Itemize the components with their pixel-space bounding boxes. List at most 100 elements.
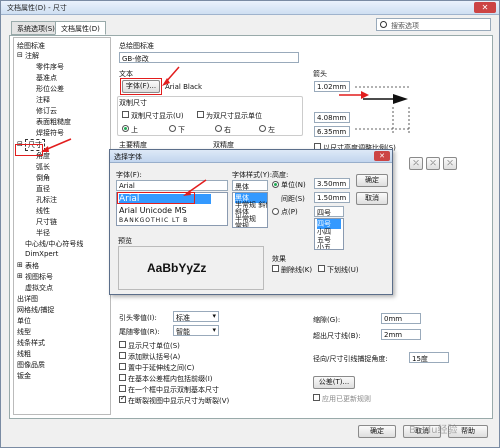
close-button[interactable]: ✕ [474, 2, 496, 13]
tree-item-grid-snap[interactable]: 网格线/捕捉 [17, 305, 54, 315]
strikeout-label: 删除线(K) [281, 266, 313, 274]
dual-unit-checkbox[interactable] [197, 111, 204, 118]
tree-item-line-style[interactable]: 线条样式 [17, 338, 45, 348]
point-option[interactable]: 小五 [317, 242, 331, 249]
add-parens-checkbox[interactable] [119, 352, 126, 359]
tree-item-detailing[interactable]: 出详图 [17, 294, 38, 304]
height-label: 高度: [272, 171, 289, 179]
underline-label: 下划线(U) [327, 266, 359, 274]
tree-item-balloons[interactable]: 零件序号 [36, 62, 64, 72]
tree-item-notes[interactable]: 注释 [36, 95, 50, 105]
dual-unit-label: 为双尺寸显示单位 [206, 112, 262, 120]
tree-item-radius[interactable]: 半径 [36, 228, 50, 238]
annotation-arrow [41, 138, 72, 152]
dialog-close-button[interactable]: ✕ [374, 151, 390, 161]
font-option[interactable]: BANKGOTHIC LT B [119, 217, 188, 224]
tree-item-units[interactable]: 单位 [17, 316, 31, 326]
center-between-checkbox[interactable] [119, 363, 126, 370]
style-input[interactable]: 黑体 [232, 180, 268, 191]
apply-updated-checkbox[interactable] [313, 394, 320, 401]
position-top-radio[interactable] [122, 125, 129, 132]
point-size-list[interactable]: 四号 小四 五号 小五 [314, 218, 344, 250]
include-prefix-label: 在基本公差框内包括前缀(I) [128, 375, 213, 383]
tree-item-ordinate[interactable]: 尺寸链 [36, 217, 57, 227]
tree-item-linear[interactable]: 线性 [36, 206, 50, 216]
tree-item-gtol[interactable]: 形位公差 [36, 84, 64, 94]
radial-snap-field[interactable]: 15度 [409, 352, 449, 363]
tree-item-virtual-sharps[interactable]: 虚拟交点 [25, 283, 53, 293]
tree-item-sheet-metal[interactable]: 钣金 [17, 371, 31, 381]
arrows-label: 箭头 [313, 70, 327, 78]
tree-item-dimxpert[interactable]: DimXpert [25, 250, 58, 258]
tree-expander-icon[interactable]: ⊞ [17, 272, 23, 280]
tree-item-diameter[interactable]: 直径 [36, 184, 50, 194]
tree-item-view-labels[interactable]: 视图标号 [25, 272, 53, 282]
point-size-field[interactable]: 四号 [314, 206, 344, 217]
strikeout-checkbox[interactable] [272, 265, 279, 272]
position-bottom-label: 下 [178, 126, 185, 134]
tree-item-line-thickness[interactable]: 线粗 [17, 349, 31, 359]
tab-system-options[interactable]: 系统选项(S) [11, 21, 61, 35]
show-units-checkbox[interactable] [119, 341, 126, 348]
style-list[interactable]: 黑体 半常规 斜体 斜体 半常规 常规 [232, 192, 268, 228]
beyond-line-field[interactable]: 2mm [381, 329, 421, 340]
underline-checkbox[interactable] [318, 265, 325, 272]
unit-height-field[interactable]: 3.50mm [314, 178, 350, 189]
effects-label: 效果 [272, 255, 286, 263]
title-bar: 文档属性(D) - 尺寸 ✕ [1, 1, 499, 15]
dialog-ok-button[interactable]: 确定 [356, 174, 388, 187]
arrow-style-button[interactable]: ⤫ [409, 157, 423, 170]
annotation-arrow [183, 179, 207, 196]
tree-item-tables[interactable]: 表格 [25, 261, 39, 271]
position-bottom-radio[interactable] [169, 125, 176, 132]
broken-view-label: 在断裂视图中显示尺寸为断裂(V) [128, 397, 230, 405]
tree-item-hole-callout[interactable]: 孔标注 [36, 195, 57, 205]
font-option[interactable]: Arial Unicode MS [119, 206, 187, 215]
gap-field[interactable]: 0mm [381, 313, 421, 324]
broken-view-checkbox[interactable] [119, 394, 126, 403]
add-parens-label: 添加默认括号(A) [128, 353, 181, 361]
search-input[interactable]: 搜索选项 [376, 18, 491, 31]
center-between-label: 置中于延伸线之间(C) [128, 364, 195, 372]
font-name-input[interactable]: Arial [116, 180, 228, 191]
arrow-style-button[interactable]: ⤫ [426, 157, 440, 170]
dual-display-label: 双制尺寸显示(U) [131, 112, 184, 120]
search-placeholder: 搜索选项 [391, 22, 419, 30]
spacing-field[interactable]: 1.50mm [314, 192, 350, 203]
single-box-checkbox[interactable] [119, 385, 126, 392]
tolerance-button[interactable]: 公差(T)... [313, 376, 355, 389]
position-right-radio[interactable] [215, 125, 222, 132]
options-tree: 绘图标准 ⊟ 注解 零件序号 基准点 形位公差 注释 修订云 表面粗糙度 焊接符… [13, 37, 111, 415]
dialog-cancel-button[interactable]: 取消 [356, 192, 388, 205]
tree-item-surface-finish[interactable]: 表面粗糙度 [36, 117, 71, 127]
tree-item-datums[interactable]: 基准点 [36, 73, 57, 83]
dual-display-checkbox[interactable] [122, 111, 129, 118]
tree-item-drafting-standard[interactable]: 绘图标准 [17, 41, 45, 51]
tree-item-image-quality[interactable]: 图像品质 [17, 360, 45, 370]
arrow-style-button[interactable]: ⤫ [443, 157, 457, 170]
tree-expander-icon[interactable]: ⊟ [17, 51, 23, 59]
tree-item-centerlines[interactable]: 中心线/中心符号线 [25, 239, 83, 249]
tab-document-properties[interactable]: 文档属性(D) [55, 21, 106, 35]
tree-item-annotations[interactable]: 注解 [25, 51, 39, 61]
include-prefix-checkbox[interactable] [119, 374, 126, 381]
tree-item-chamfer[interactable]: 倒角 [36, 173, 50, 183]
leading-zeros-select[interactable]: 标准 [173, 311, 219, 322]
arrow-size-3[interactable]: 6.35mm [314, 126, 350, 137]
style-option[interactable]: 常规 [235, 221, 249, 227]
trailing-zeros-select[interactable]: 智能 [173, 325, 219, 336]
unit-radio[interactable] [272, 181, 279, 188]
standard-field: GB-修改 [119, 52, 299, 63]
tree-expander-icon[interactable]: ⊞ [17, 261, 23, 269]
tree-item-line-font[interactable]: 线型 [17, 327, 31, 337]
tree-item-arc-length[interactable]: 弧长 [36, 162, 50, 172]
annotation-highlight [120, 78, 162, 95]
tree-item-revision-clouds[interactable]: 修订云 [36, 106, 57, 116]
preview-text: AaBbYyZz [147, 261, 207, 275]
point-radio[interactable] [272, 208, 279, 215]
position-left-radio[interactable] [259, 125, 266, 132]
show-units-label: 显示尺寸单位(S) [128, 342, 180, 350]
arrow-size-2[interactable]: 4.08mm [314, 112, 350, 123]
dialog-title-bar: 选择字体 ✕ [110, 150, 392, 163]
ok-button[interactable]: 确定 [358, 425, 396, 438]
